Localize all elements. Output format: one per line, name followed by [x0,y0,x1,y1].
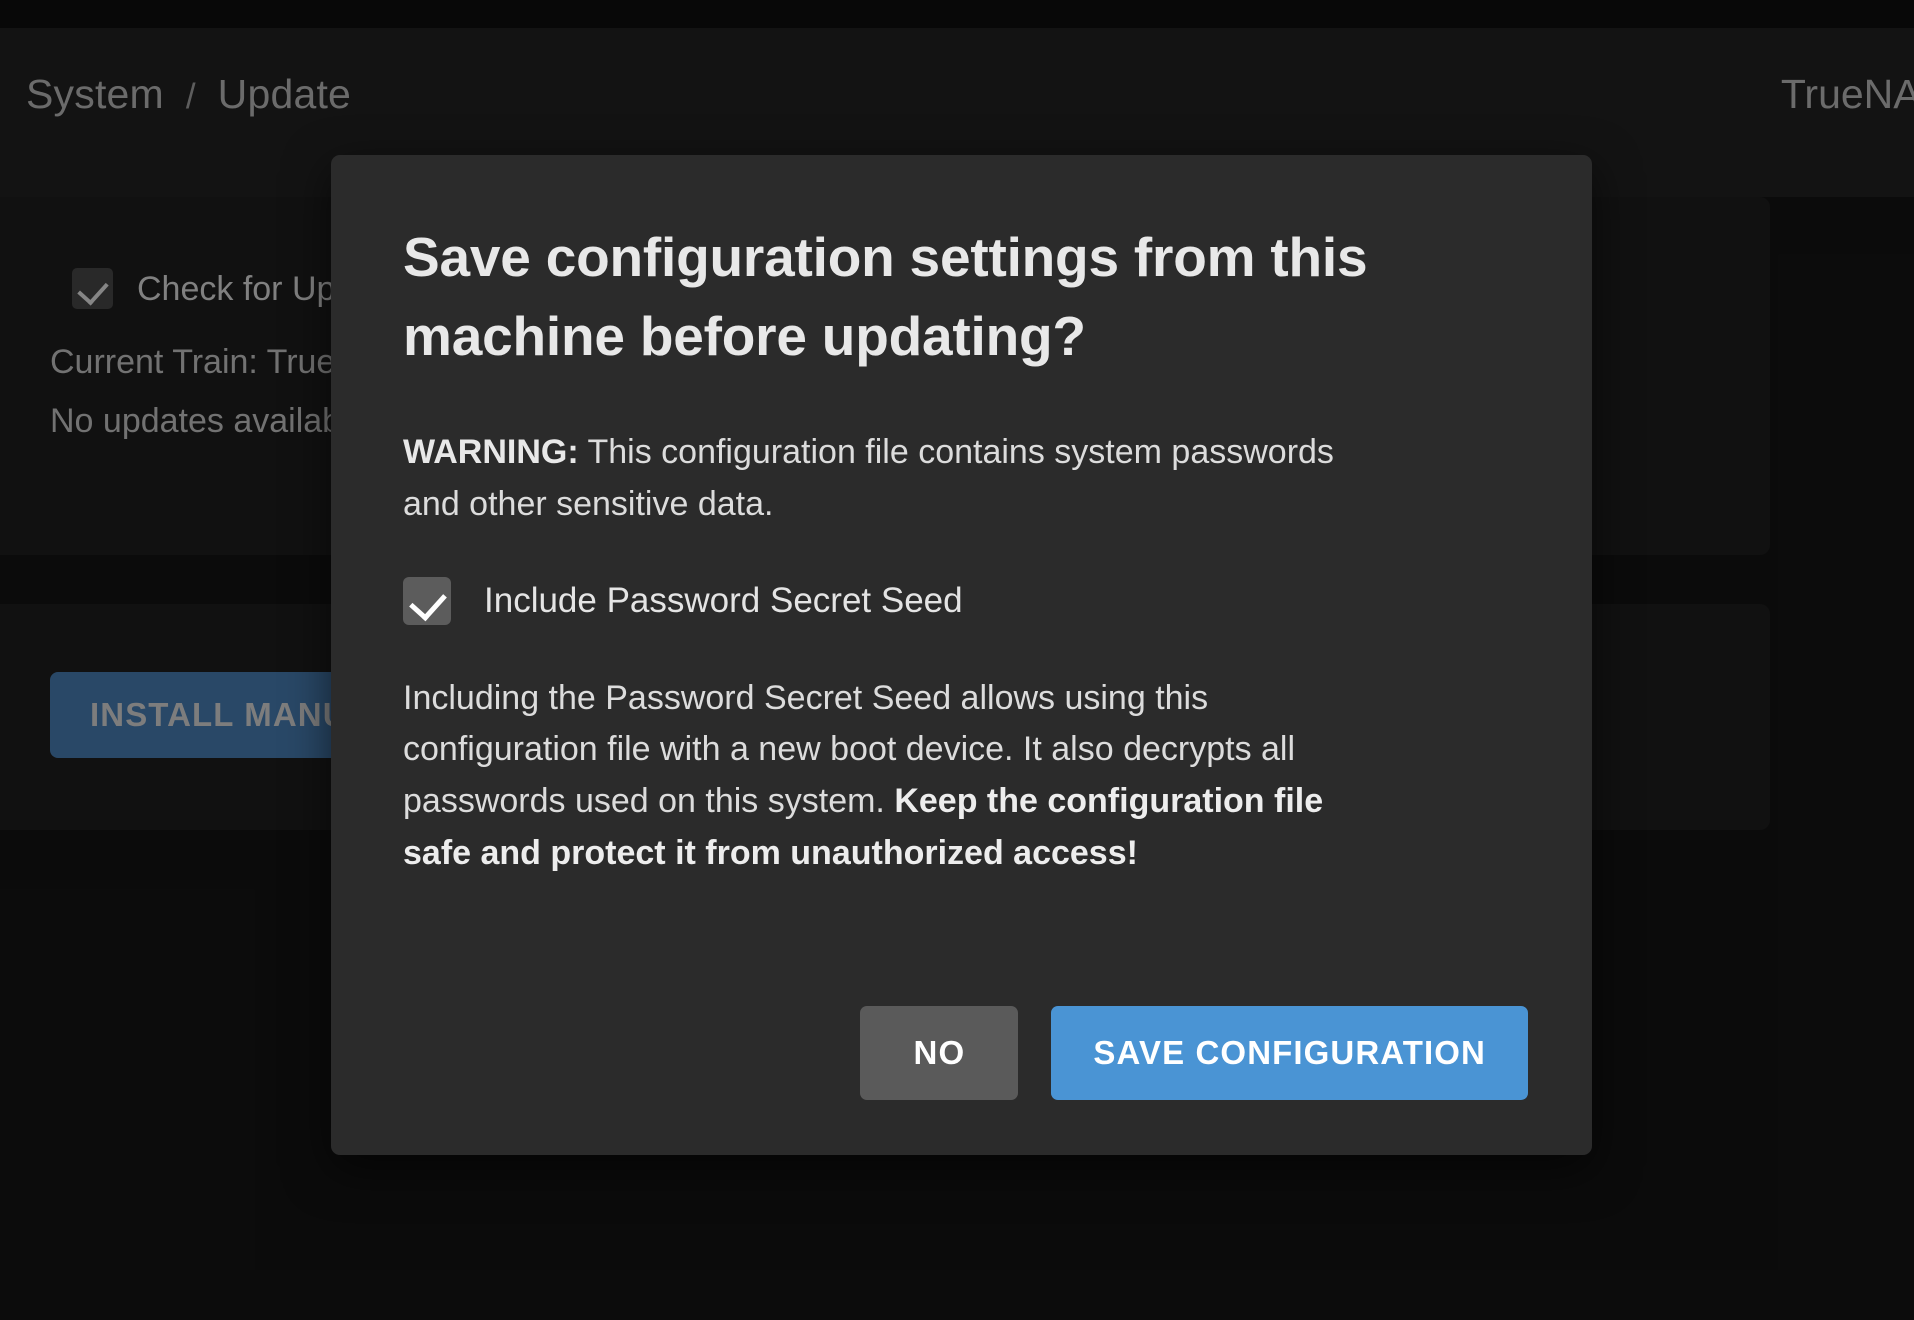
include-secret-seed-row[interactable]: Include Password Secret Seed [403,577,1528,625]
dialog-action-bar: NO SAVE CONFIGURATION [860,1006,1528,1100]
dialog-content: Save configuration settings from this ma… [403,218,1528,879]
save-configuration-button[interactable]: SAVE CONFIGURATION [1051,1006,1528,1100]
app-screen: System / Update TrueNAS Check for Update… [0,0,1914,1320]
no-button[interactable]: NO [860,1006,1018,1100]
dialog-warning-text: WARNING: This configuration file contain… [403,427,1363,530]
warning-prefix: WARNING: [403,433,579,471]
save-configuration-dialog: Save configuration settings from this ma… [331,155,1592,1155]
dialog-body-text: Including the Password Secret Seed allow… [403,673,1333,880]
dialog-title: Save configuration settings from this ma… [403,218,1413,375]
include-secret-seed-checkbox[interactable] [403,577,451,625]
include-secret-seed-label[interactable]: Include Password Secret Seed [484,583,963,618]
